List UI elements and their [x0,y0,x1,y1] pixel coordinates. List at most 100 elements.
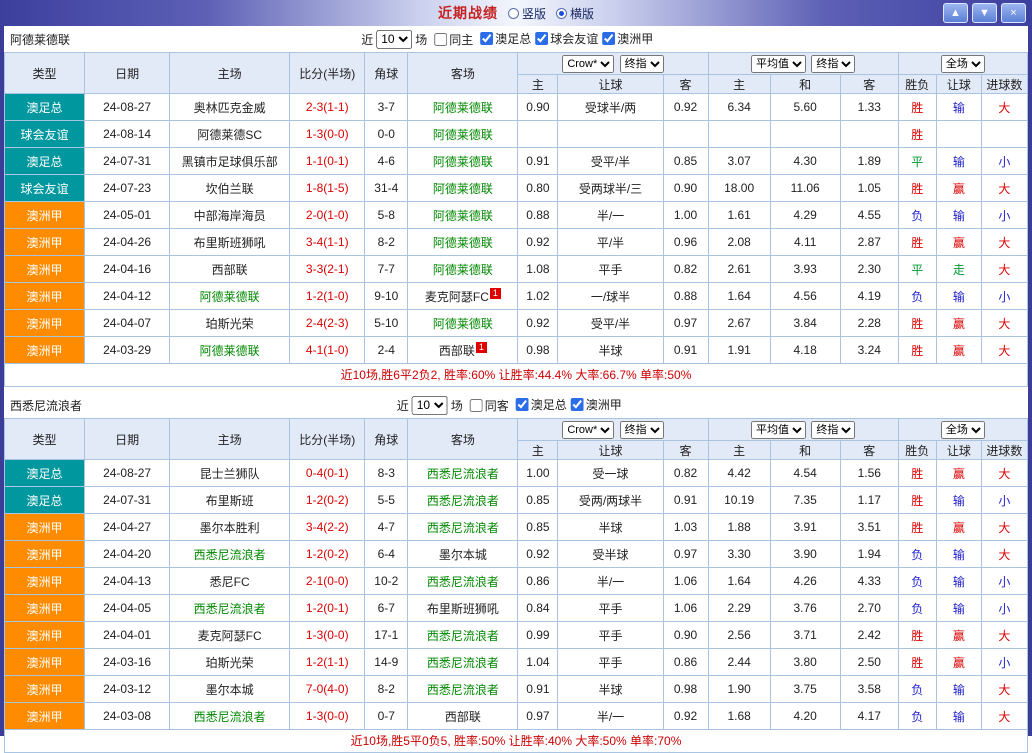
same-venue-filter[interactable]: 同客 [470,397,509,414]
r1-cell: 负 [898,703,936,730]
move-up-button[interactable]: ▲ [943,3,968,23]
type-cell: 澳洲甲 [5,568,85,595]
average-select[interactable]: 平均值 [751,421,806,439]
home-cell: 墨尔本胜利 [170,514,290,541]
scope-select[interactable]: 全场 [941,421,985,439]
home-cell: 坎伯兰联 [170,175,290,202]
score-cell: 0-4(0-1) [290,460,365,487]
handicap-cell: 一/球半 [558,283,663,310]
league-filter[interactable]: 球会友谊 [535,30,598,47]
league-checkbox[interactable] [480,32,493,45]
bookmaker-select[interactable]: Crow* [562,421,614,439]
r2-cell: 赢 [936,460,981,487]
handicap-cell: 受半球 [558,541,663,568]
r2-cell: 输 [936,595,981,622]
score-cell: 1-8(1-5) [290,175,365,202]
r3-cell: 大 [981,676,1027,703]
league-checkbox[interactable] [602,32,615,45]
league-filter[interactable]: 澳足总 [516,396,567,413]
average-select[interactable]: 平均值 [751,55,806,73]
col-date: 日期 [85,419,170,460]
same-venue-filter[interactable]: 同主 [434,31,473,48]
a2-cell: 4.56 [770,283,840,310]
match-row: 澳洲甲24-04-07珀斯光荣2-4(2-3)5-10阿德莱德联0.92受平/半… [5,310,1028,337]
a1-cell: 10.19 [708,487,770,514]
same-venue-label: 同客 [485,397,509,414]
league-filter[interactable]: 澳洲甲 [602,30,653,47]
a2-cell: 4.54 [770,460,840,487]
league-filter[interactable]: 澳足总 [480,30,531,47]
r3-cell: 大 [981,94,1027,121]
close-button[interactable]: × [1001,3,1026,23]
r1-cell: 胜 [898,622,936,649]
sub-avg-draw: 和 [770,75,840,94]
o2-cell: 1.00 [663,202,708,229]
radio-vertical-layout[interactable]: 竖版 [508,5,546,22]
down-arrow-icon: ▼ [979,7,990,19]
o1-cell: 0.99 [518,622,558,649]
r1-cell: 胜 [898,175,936,202]
handicap-cell: 半球 [558,337,663,364]
match-row: 澳足总24-08-27昆士兰狮队0-4(0-1)8-3西悉尼流浪者1.00受一球… [5,460,1028,487]
o1-cell [518,121,558,148]
a2-cell: 3.76 [770,595,840,622]
col-score: 比分(半场) [290,53,365,94]
date-cell: 24-04-12 [85,283,170,310]
score-cell: 4-1(1-0) [290,337,365,364]
home-cell: 珀斯光荣 [170,649,290,676]
filter-row: 阿德莱德联 近 10 场 同主 澳足总球会友谊澳洲甲 [4,26,1028,52]
a2-cell: 3.75 [770,676,840,703]
recent-count-select[interactable]: 10 [376,30,412,49]
final-index-select[interactable]: 终指 [620,55,664,73]
window-title: 近期战绩 [438,3,498,23]
score-cell: 3-4(2-2) [290,514,365,541]
corner-cell: 8-2 [365,676,408,703]
final-index-select[interactable]: 终指 [811,55,855,73]
league-checkbox[interactable] [571,398,584,411]
o2-cell: 0.86 [663,649,708,676]
red-card-badge: 1 [490,288,501,299]
r3-cell: 大 [981,460,1027,487]
near-label: 近 [397,397,409,414]
recent-count-select[interactable]: 10 [412,396,448,415]
match-row: 澳足总24-07-31黑镇市足球俱乐部1-1(0-1)4-6阿德莱德联0.91受… [5,148,1028,175]
bookmaker-select[interactable]: Crow* [562,55,614,73]
radio-horizontal-layout[interactable]: 横版 [556,5,594,22]
radio-horizontal-icon[interactable] [556,8,567,19]
handicap-cell: 受平/半 [558,148,663,175]
corner-cell: 2-4 [365,337,408,364]
a2-cell: 3.90 [770,541,840,568]
league-filter[interactable]: 澳洲甲 [571,396,622,413]
type-cell: 澳洲甲 [5,676,85,703]
league-checkbox[interactable] [516,398,529,411]
home-cell: 昆士兰狮队 [170,460,290,487]
same-venue-checkbox[interactable] [470,399,483,412]
same-venue-checkbox[interactable] [434,33,447,46]
radio-vertical-icon[interactable] [508,8,519,19]
o2-cell [663,121,708,148]
final-index-select[interactable]: 终指 [811,421,855,439]
record-summary: 近10场,胜6平2负2, 胜率:60% 让胜率:44.4% 大率:66.7% 单… [4,364,1028,387]
handicap-cell: 半/一 [558,703,663,730]
o1-cell: 1.00 [518,460,558,487]
home-cell: 阿德莱德联 [170,283,290,310]
home-cell: 西悉尼流浪者 [170,595,290,622]
move-down-button[interactable]: ▼ [972,3,997,23]
handicap-cell: 受平/半 [558,310,663,337]
home-cell: 布里斯班狮吼 [170,229,290,256]
a3-cell: 3.51 [840,514,898,541]
type-cell: 澳足总 [5,487,85,514]
away-cell: 阿德莱德联 [408,310,518,337]
o1-cell: 0.90 [518,94,558,121]
corner-cell: 5-8 [365,202,408,229]
near-label: 近 [361,31,373,48]
title-group: 近期战绩 竖版 横版 [438,3,594,23]
col-corner: 角球 [365,53,408,94]
home-cell: 中部海岸海员 [170,202,290,229]
scope-select[interactable]: 全场 [941,55,985,73]
league-filter-group: 澳足总球会友谊澳洲甲 [476,30,653,48]
league-label: 澳足总 [531,396,567,413]
col-type: 类型 [5,419,85,460]
final-index-select[interactable]: 终指 [620,421,664,439]
league-checkbox[interactable] [535,32,548,45]
